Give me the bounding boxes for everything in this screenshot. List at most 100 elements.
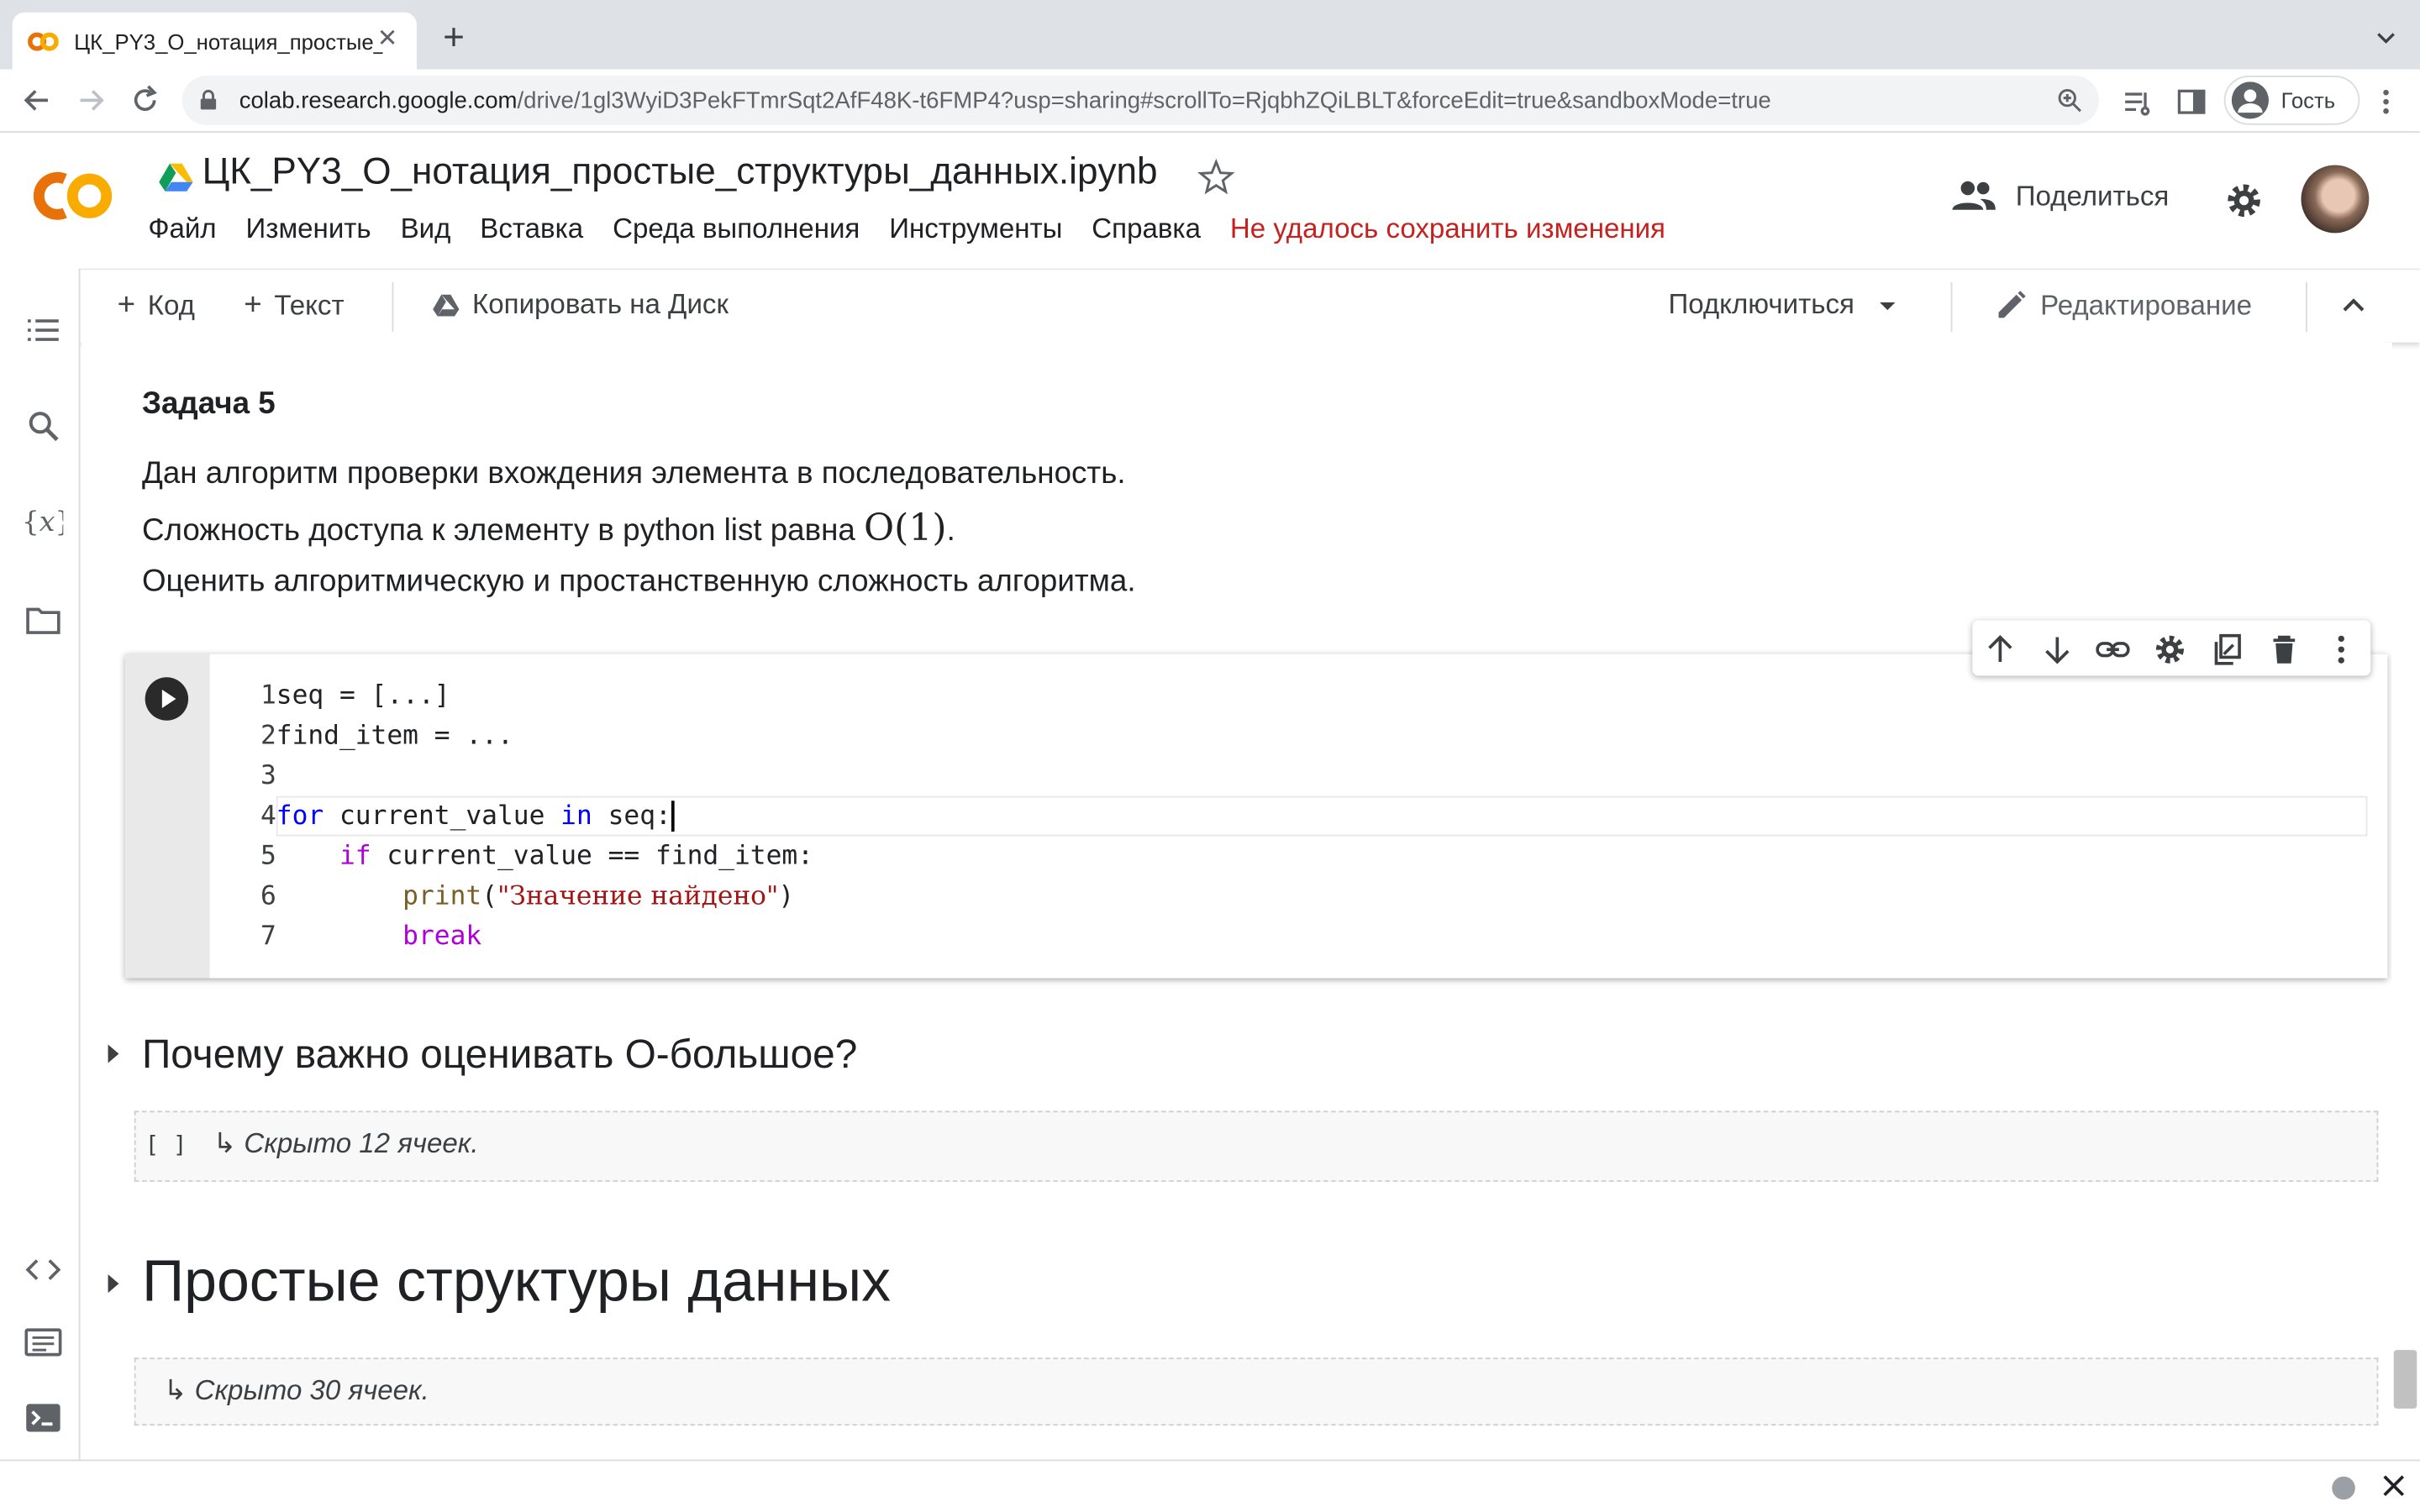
save-error-message[interactable]: Не удалось сохранить изменения — [1230, 213, 1665, 245]
user-avatar[interactable] — [2301, 165, 2370, 234]
mirror-cell-icon[interactable] — [2210, 633, 2244, 666]
profile-button[interactable]: Гость — [2223, 75, 2360, 125]
expand-section-arrow-icon[interactable] — [103, 1273, 122, 1294]
plus-icon: + — [117, 288, 136, 323]
link-icon[interactable] — [2096, 633, 2130, 666]
browser-tabstrip: ЦК_PY3_O_нотация_простые_структуры_данны… — [0, 0, 2420, 70]
url-path: /drive/1gl3WyiD3PekFTmrSqt2AfF48K-t6FMP4… — [517, 87, 1771, 114]
delete-trash-icon[interactable] — [2267, 633, 2301, 666]
app-root: ЦК_PY3_O_нотация_простые_структуры_данны… — [0, 0, 2420, 1512]
keyword-for: for — [276, 801, 324, 832]
close-icon[interactable] — [2380, 1472, 2407, 1499]
hidden-cells-placeholder[interactable]: [ ] ↳ Скрыто 12 ячеек. — [134, 1110, 2379, 1182]
reading-list-icon[interactable] — [2122, 87, 2153, 118]
keyword-in: in — [560, 801, 592, 832]
menu-view[interactable]: Вид — [401, 213, 451, 245]
google-drive-icon[interactable] — [159, 162, 193, 193]
table-of-contents-icon[interactable] — [24, 312, 61, 349]
vertical-scrollbar-thumb[interactable] — [2393, 1350, 2417, 1409]
cell-toolbar — [1972, 620, 2371, 676]
dropdown-arrow-icon[interactable] — [1876, 297, 1898, 312]
search-icon[interactable] — [24, 407, 61, 444]
share-button[interactable]: Поделиться — [1951, 179, 2170, 213]
lock-icon[interactable] — [197, 89, 219, 112]
menu-edit[interactable]: Изменить — [246, 213, 371, 245]
plus-icon: + — [244, 288, 262, 323]
people-icon — [1952, 181, 1996, 210]
menu-runtime[interactable]: Среда выполнения — [613, 213, 860, 245]
menu-tools[interactable]: Инструменты — [889, 213, 1062, 245]
status-indicator-icon[interactable] — [2332, 1476, 2355, 1500]
menu-help[interactable]: Справка — [1092, 213, 1201, 245]
pencil-icon — [1998, 291, 2026, 318]
notebook-title[interactable]: ЦК_PY3_O_нотация_простые_структуры_данны… — [203, 151, 1158, 194]
line-number: 6 — [260, 880, 276, 912]
hidden-cells-text: ↳ Скрыто 30 ячеек. — [163, 1374, 429, 1406]
toolbar-divider — [2306, 282, 2307, 332]
browser-tab[interactable]: ЦК_PY3_O_нотация_простые_структуры_данны… — [12, 12, 417, 70]
line-number: 5 — [260, 841, 276, 872]
address-bar[interactable]: colab.research.google.com/drive/1gl3WyiD… — [182, 75, 2099, 125]
code-snippets-icon[interactable] — [24, 1252, 61, 1289]
line-number: 2 — [260, 720, 276, 752]
left-sidebar: {𝑥} — [0, 268, 81, 1460]
section-heading[interactable]: Почему важно оценивать O-большое? — [142, 1031, 857, 1079]
code-line: 3 — [210, 756, 2370, 796]
back-arrow-icon[interactable] — [18, 81, 55, 118]
hidden-cells-placeholder[interactable]: ↳ Скрыто 30 ячеек. — [134, 1357, 2379, 1426]
add-code-label: Код — [147, 290, 195, 322]
task-text-line-1: Дан алгоритм проверки вхождения элемента… — [141, 456, 1126, 491]
browser-menu-icon[interactable] — [2374, 87, 2398, 118]
star-icon[interactable] — [1196, 157, 1236, 197]
function-print: print — [402, 880, 482, 912]
command-palette-icon[interactable] — [24, 1324, 62, 1361]
tab-close-icon[interactable]: ✕ — [373, 26, 401, 54]
editing-mode-button[interactable]: Редактирование — [1994, 288, 2252, 322]
terminal-icon[interactable] — [24, 1399, 61, 1436]
run-cell-button[interactable] — [145, 677, 189, 721]
section-heading[interactable]: Простые структуры данных — [142, 1250, 891, 1316]
code-editor[interactable]: 1seq = [...] 2find_item = ... 3 4for cur… — [209, 654, 2388, 979]
side-panel-icon[interactable] — [2176, 87, 2207, 118]
add-code-button[interactable]: + Код — [118, 288, 195, 323]
code-line: 1seq = [...] — [210, 675, 2370, 716]
toolbar-divider — [392, 282, 394, 332]
tab-search-chevron-icon[interactable] — [2374, 24, 2398, 49]
collapse-header-icon[interactable] — [2339, 291, 2367, 319]
url-text: colab.research.google.com/drive/1gl3WyiD… — [239, 88, 1771, 114]
colab-header: ЦК_PY3_O_нотация_простые_структуры_данны… — [0, 132, 2420, 269]
cell-settings-gear-icon[interactable] — [2153, 633, 2186, 666]
copy-to-drive-button[interactable]: Копировать на Диск — [432, 288, 729, 321]
move-down-arrow-icon[interactable] — [2040, 633, 2074, 666]
connect-button[interactable]: Подключиться — [1668, 288, 1897, 321]
code-text: ) — [778, 880, 795, 912]
new-tab-button[interactable]: + — [435, 19, 472, 59]
code-line: 2find_item = ... — [210, 716, 2370, 756]
zoom-icon[interactable] — [2055, 87, 2083, 114]
line-number: 4 — [260, 801, 276, 832]
reload-icon[interactable] — [127, 81, 164, 118]
code-line: 6 print("Значение найдено") — [210, 876, 2370, 916]
tab-title: ЦК_PY3_O_нотация_простые_структуры_данны… — [74, 28, 382, 54]
code-text: for current_value in seq: — [276, 796, 675, 837]
expand-section-arrow-icon[interactable] — [103, 1043, 122, 1065]
menu-file[interactable]: Файл — [148, 213, 216, 245]
menu-bar: Файл Изменить Вид Вставка Среда выполнен… — [148, 213, 1695, 245]
forward-arrow-icon[interactable] — [72, 81, 109, 118]
task-text-line-2: Сложность доступа к элементу в python li… — [142, 506, 955, 549]
share-label: Поделиться — [2015, 179, 2170, 211]
line-number: 3 — [260, 760, 276, 792]
colab-logo-icon[interactable] — [28, 165, 118, 227]
code-cell[interactable]: 1seq = [...] 2find_item = ... 3 4for cur… — [124, 654, 2388, 979]
add-text-button[interactable]: + Текст — [244, 288, 344, 323]
task-text-line-2-prefix: Сложность доступа к элементу в python li… — [141, 513, 865, 549]
url-host: colab.research.google.com — [239, 87, 518, 114]
connect-label: Подключиться — [1668, 288, 1854, 320]
move-up-arrow-icon[interactable] — [1983, 633, 2017, 666]
menu-insert[interactable]: Вставка — [480, 213, 583, 245]
settings-gear-icon[interactable] — [2223, 179, 2265, 222]
files-folder-icon[interactable] — [24, 601, 61, 638]
code-text: seq = [...] — [276, 680, 450, 711]
more-options-icon[interactable] — [2324, 633, 2358, 666]
variables-icon[interactable]: {𝑥} — [20, 503, 73, 540]
